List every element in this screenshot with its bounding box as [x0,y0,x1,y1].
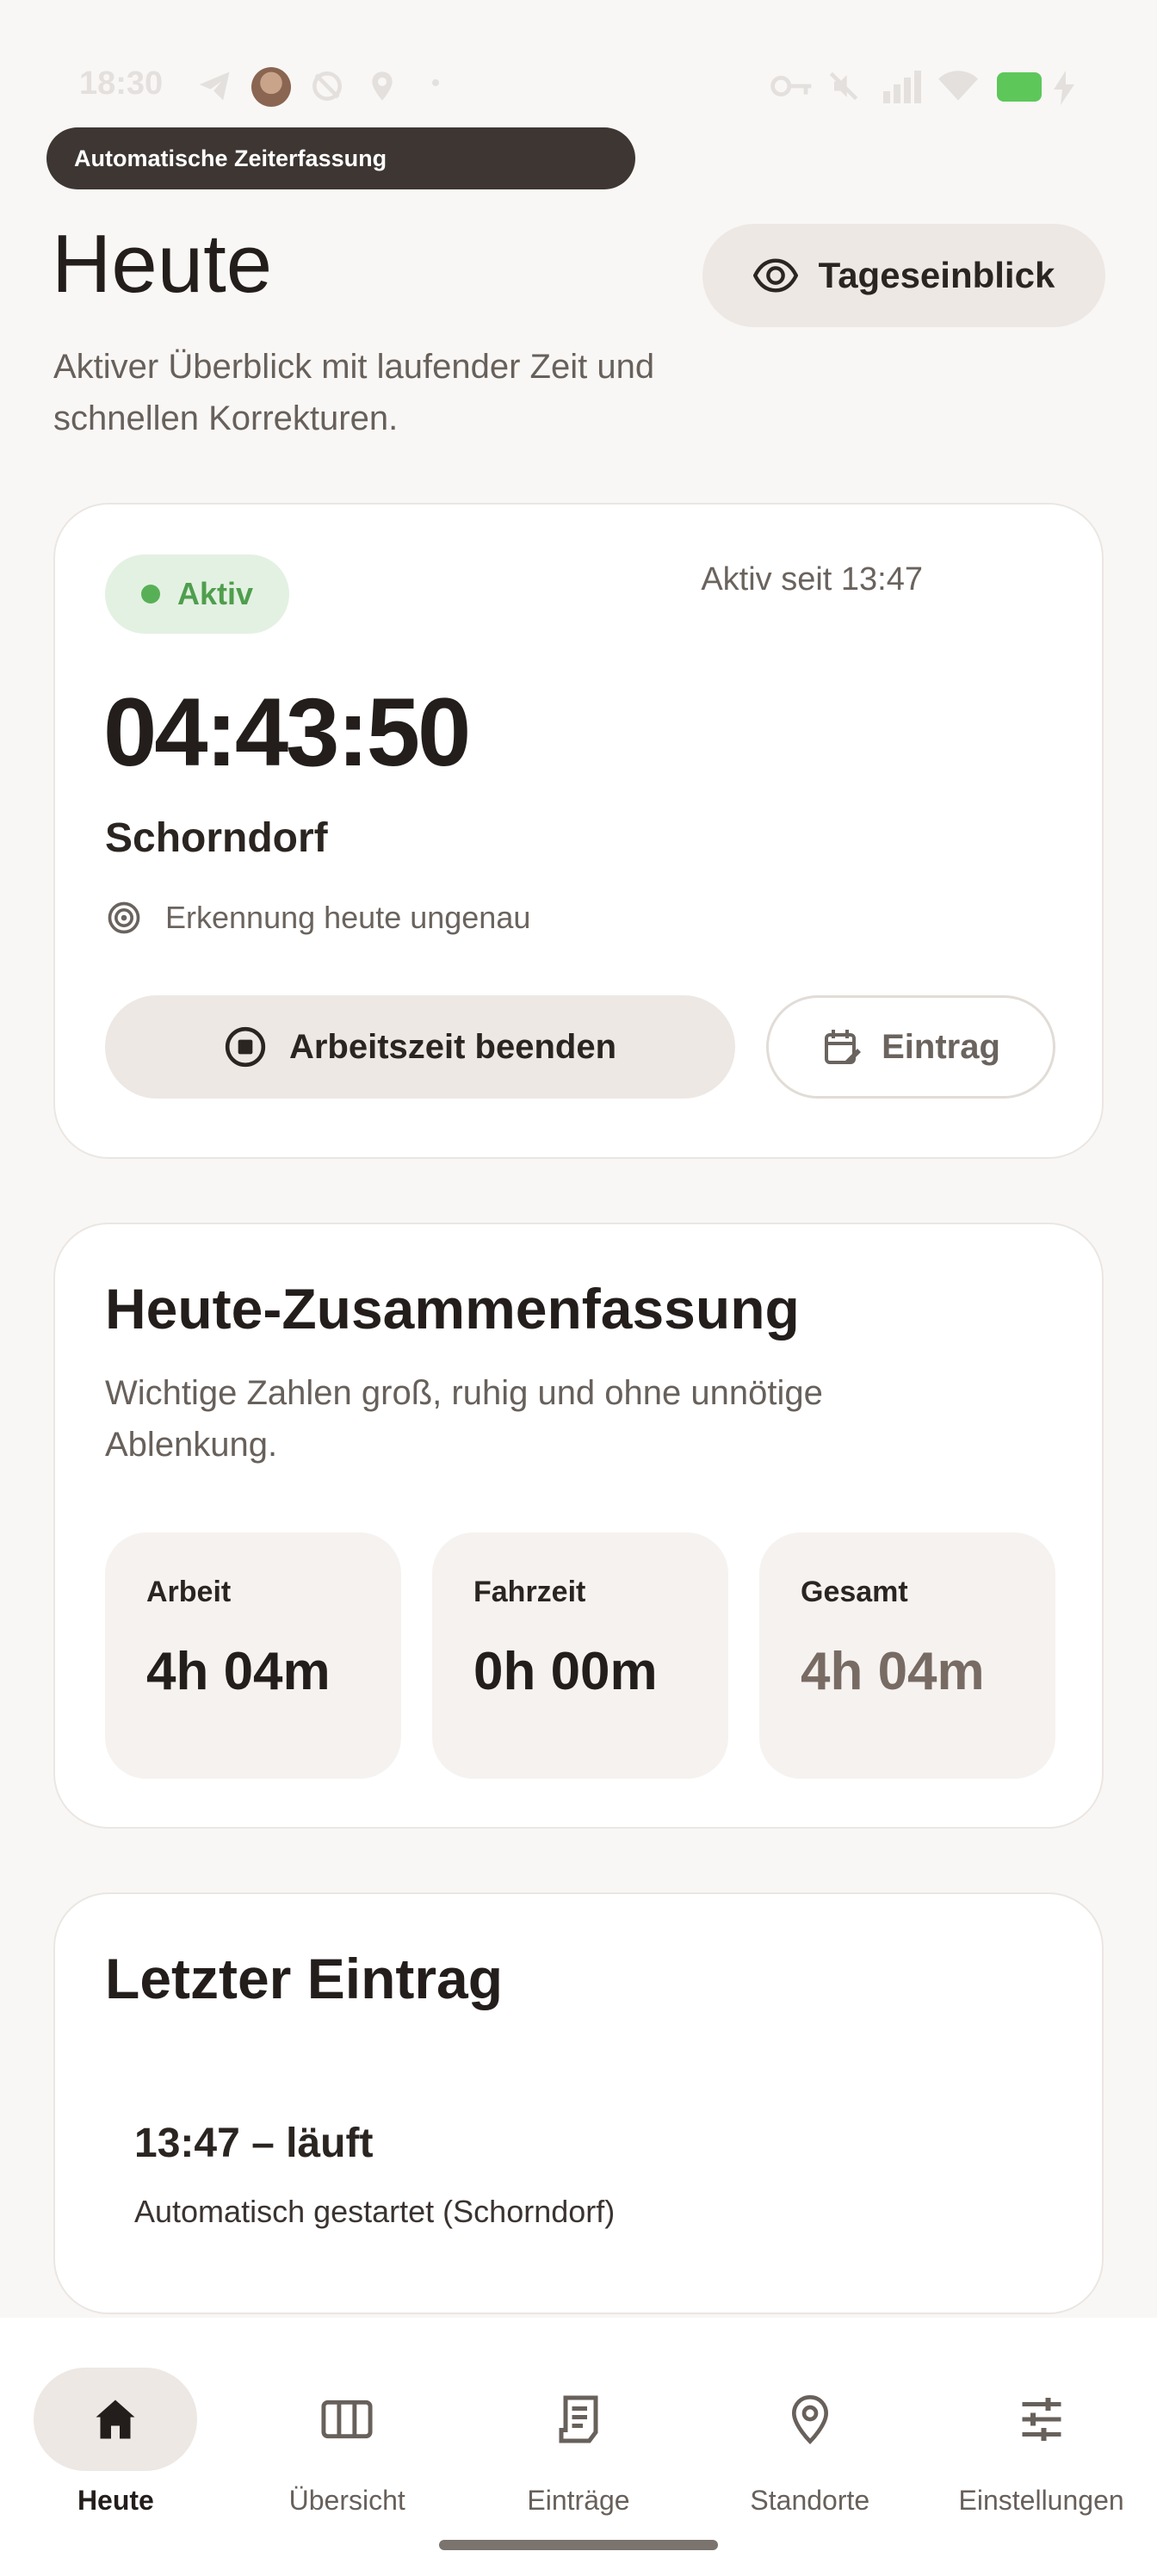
status-dot-icon [140,585,160,604]
nav-item-standorte[interactable]: Standorte [694,2342,925,2516]
day-insight-label: Tageseinblick [818,255,1055,295]
stat-value: 0h 00m [473,1642,658,1701]
summary-title: Heute-Zusammenfassung [105,1277,800,1341]
dot-icon [432,79,439,86]
nav-label: Heute [77,2485,154,2516]
nav-label: Standorte [750,2485,870,2516]
location-off-icon [312,71,342,101]
nav-item-eintraege[interactable]: Einträge [463,2342,695,2516]
nav-label: Übersicht [288,2485,405,2516]
sliders-icon [1022,2398,1061,2441]
battery-icon [997,72,1042,102]
last-entry-description: Automatisch gestartet (Schorndorf) [134,2194,616,2229]
wifi-icon [938,71,978,101]
stat-label: Arbeit [146,1576,232,1608]
stop-icon [225,1026,266,1068]
stat-value: 4h 04m [801,1642,985,1701]
page-subtitle: Aktiver Überblick mit laufender Zeit und… [53,348,655,437]
calendar-edit-icon [825,1030,862,1064]
end-work-label: Arbeitszeit beenden [288,1027,617,1066]
gps-target-icon [108,901,140,934]
last-entry-card[interactable]: Letzter Eintrag 13:47 – läuft Automatisc… [53,1892,1104,2314]
stat-label: Gesamt [801,1576,908,1608]
status-label: Aktiv [176,576,254,611]
end-work-button[interactable]: Arbeitszeit beenden [105,995,735,1099]
nav-item-heute[interactable]: Heute [0,2342,232,2516]
signal-icon [883,71,921,103]
mute-icon [829,71,858,101]
day-insight-button[interactable]: Tageseinblick [702,224,1105,327]
active-timer-card: Aktiv Aktiv seit 13:47 04:43:50 Schorndo… [53,503,1104,1159]
telegram-icon [199,71,230,101]
detection-label: Erkennung heute ungenau [165,900,531,935]
add-entry-button[interactable]: Eintrag [766,995,1055,1099]
nav-active-indicator [34,2368,198,2471]
nav-label: Einstellungen [958,2485,1124,2516]
add-entry-label: Eintrag [882,1027,1000,1066]
home-indicator[interactable] [439,2540,718,2550]
nav-item-uebersicht[interactable]: Übersicht [232,2342,463,2516]
last-entry-time: 13:47 – läuft [134,2121,374,2166]
stat-value: 4h 04m [146,1642,331,1701]
receipt-icon [559,2395,598,2443]
eye-icon [752,258,798,293]
today-summary-card: Heute-Zusammenfassung Wichtige Zahlen gr… [53,1223,1104,1829]
location-pin-icon [791,2394,828,2444]
columns-icon [321,2400,373,2439]
status-time: 18:30 [79,65,164,102]
app-screen: 18:30 Automatische Zeiterfassung Heute A… [0,0,1157,2576]
stat-label: Fahrzeit [473,1576,586,1608]
last-entry-title: Letzter Eintrag [105,1947,504,2010]
summary-stats: Arbeit 4h 04m Fahrzeit 0h 00m Gesamt 4h … [105,1533,1055,1779]
location-icon [372,71,393,101]
bottom-navigation: Heute Übersicht Einträge Standorte Einst… [0,2318,1157,2576]
status-bar: 18:30 [0,60,1157,112]
current-location: Schorndorf [105,815,328,861]
home-icon [96,2400,135,2439]
stat-travel: Fahrzeit 0h 00m [432,1533,728,1779]
active-since: Aktiv seit 13:47 [701,561,923,598]
status-badge: Aktiv [105,554,289,634]
nav-item-einstellungen[interactable]: Einstellungen [925,2342,1157,2516]
page-title: Heute [52,218,273,310]
avatar [251,67,291,107]
key-icon [770,76,812,96]
auto-tracking-banner: Automatische Zeiterfassung [46,127,635,189]
stat-total: Gesamt 4h 04m [759,1533,1055,1779]
detection-note: Erkennung heute ungenau [105,899,530,937]
summary-description: Wichtige Zahlen groß, ruhig und ohne unn… [105,1374,823,1464]
running-timer: 04:43:50 [103,678,471,786]
nav-label: Einträge [527,2485,630,2516]
charging-icon [1054,71,1074,105]
stat-work: Arbeit 4h 04m [105,1533,401,1779]
